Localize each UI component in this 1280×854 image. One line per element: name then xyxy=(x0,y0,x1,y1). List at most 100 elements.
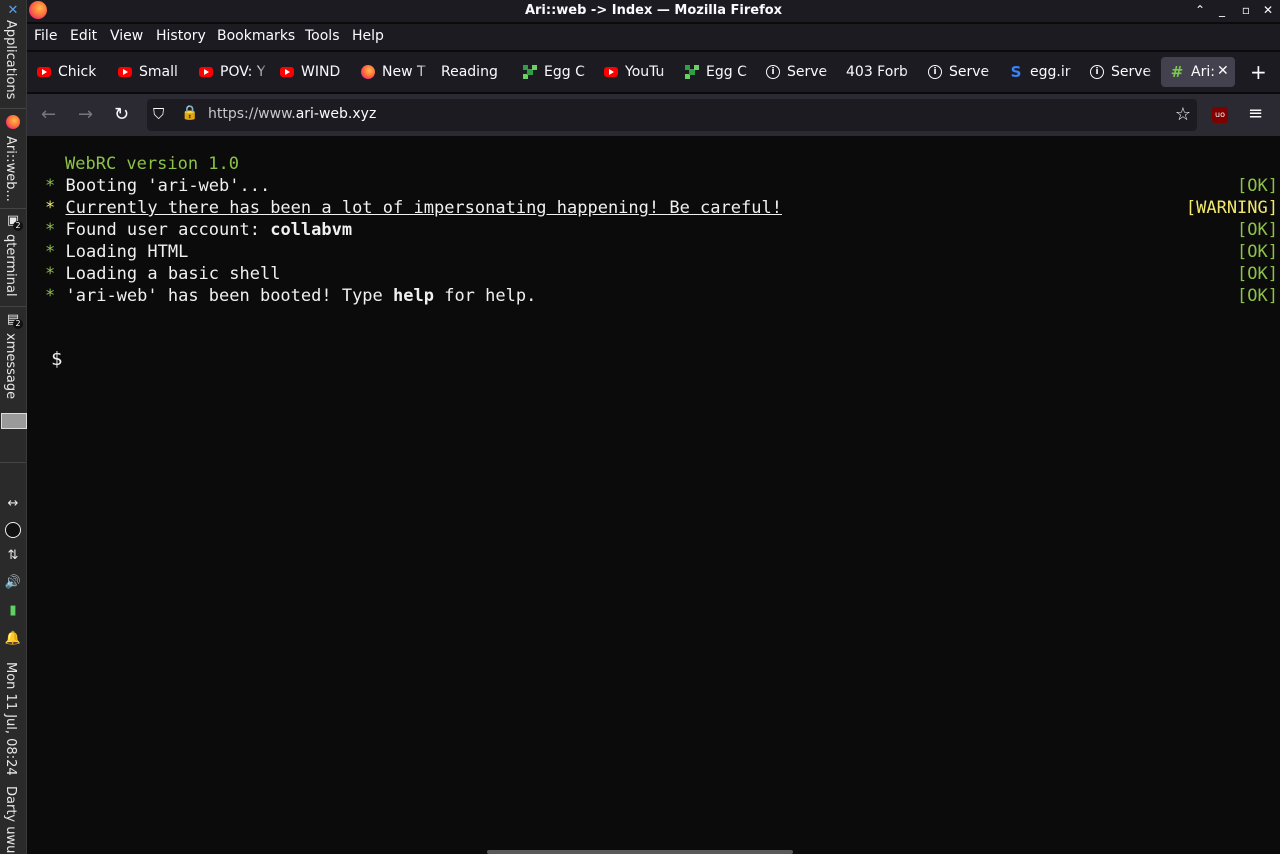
tab-label: 403 Forb xyxy=(846,64,908,80)
tab[interactable]: POV: Y xyxy=(198,57,270,87)
tab-label: Ari: xyxy=(1191,64,1215,80)
tab-label: WIND xyxy=(301,64,341,80)
battery-icon[interactable]: ▮ xyxy=(4,601,22,619)
tab[interactable]: i Serve xyxy=(765,57,837,87)
hamburger-menu-icon[interactable]: ≡ xyxy=(1248,103,1263,125)
shell-prompt[interactable]: $ xyxy=(51,348,62,370)
tab-label: egg.ir xyxy=(1030,64,1071,80)
status-ok: [OK] xyxy=(1237,286,1278,306)
panel-clock[interactable]: Mon 11 Jul, 08:24 xyxy=(3,662,18,776)
tab-label: Small xyxy=(139,64,178,80)
menu-history[interactable]: History xyxy=(156,28,206,44)
status-ok: [OK] xyxy=(1237,176,1278,196)
obs-icon[interactable] xyxy=(4,521,22,539)
side-panel: ✕ Applications Ari::web... ▣ 2 qterminal… xyxy=(0,0,27,854)
address-bar[interactable]: ⛉ 🔒 https://www.ari-web.xyz ☆ xyxy=(147,99,1197,131)
menu-edit[interactable]: Edit xyxy=(70,28,97,44)
tab-label: Serve xyxy=(949,64,990,80)
menu-view[interactable]: View xyxy=(110,28,143,44)
lock-icon[interactable]: 🔒 xyxy=(181,105,198,121)
ublock-icon[interactable]: uo xyxy=(1212,107,1228,123)
new-tab-button[interactable]: + xyxy=(1250,57,1270,87)
maximize-button[interactable]: ▫ xyxy=(1238,2,1254,18)
window-title: Ari::web -> Index — Mozilla Firefox xyxy=(524,3,783,18)
close-x-icon[interactable]: ✕ xyxy=(4,1,22,19)
youtube-icon xyxy=(117,64,133,80)
volume-icon[interactable]: 🔊 xyxy=(4,573,22,591)
status-warning: [WARNING] xyxy=(1185,198,1278,218)
back-button[interactable]: ← xyxy=(41,104,56,126)
workspace-pager[interactable] xyxy=(1,413,27,429)
youtube-icon xyxy=(36,64,52,80)
url-text[interactable]: https://www.ari-web.xyz xyxy=(208,106,376,122)
task-count-badge: 2 xyxy=(13,221,23,231)
reload-button[interactable]: ↻ xyxy=(114,104,129,126)
minimize-button[interactable]: _ xyxy=(1214,2,1230,18)
tab[interactable]: Small xyxy=(117,57,189,87)
menu-file[interactable]: File xyxy=(34,28,57,44)
tab-label: Egg C xyxy=(706,64,747,80)
panel-divider xyxy=(0,306,26,307)
info-icon: i xyxy=(927,64,943,80)
menu-bookmarks[interactable]: Bookmarks xyxy=(217,28,295,44)
close-window-button[interactable]: ✕ xyxy=(1260,2,1276,18)
egg-icon xyxy=(522,64,538,80)
menu-tools[interactable]: Tools xyxy=(305,28,340,44)
tab[interactable]: i Serve xyxy=(1089,57,1159,87)
notification-bell-icon[interactable]: 🔔 xyxy=(4,629,22,647)
task-count-badge: 2 xyxy=(13,319,23,329)
tab[interactable]: i Serve xyxy=(927,57,999,87)
tab[interactable]: New T xyxy=(360,57,432,87)
panel-divider xyxy=(0,462,26,463)
forward-button[interactable]: → xyxy=(78,104,93,126)
menu-help[interactable]: Help xyxy=(352,28,384,44)
firefox-icon xyxy=(360,64,376,80)
status-ok: [OK] xyxy=(1237,242,1278,262)
network-transfer-icon[interactable]: ⇅ xyxy=(4,546,22,564)
task-xmessage[interactable]: xmessage xyxy=(3,333,18,399)
tab[interactable]: Chick xyxy=(36,57,108,87)
egg-icon xyxy=(684,64,700,80)
tab-close-icon[interactable]: ✕ xyxy=(1217,63,1229,79)
menu-bar: File Edit View History Bookmarks Tools H… xyxy=(27,24,1280,50)
boot-line: * Loading HTML xyxy=(45,242,189,262)
status-ok: [OK] xyxy=(1237,264,1278,284)
tab-label: Chick xyxy=(58,64,97,80)
task-firefox[interactable]: Ari::web... xyxy=(3,136,18,202)
warning-line: * Currently there has been a lot of impe… xyxy=(45,198,782,218)
resize-arrows-icon[interactable]: ↔ xyxy=(4,494,22,512)
collapse-chevron-icon[interactable]: ⌃ xyxy=(1192,2,1208,18)
tab[interactable]: 403 Forb xyxy=(846,57,918,87)
s-icon: S xyxy=(1010,63,1022,81)
tab[interactable]: YouTu xyxy=(603,57,675,87)
tab-active[interactable]: # Ari: ✕ xyxy=(1161,57,1235,87)
info-icon: i xyxy=(1089,64,1105,80)
task-qterminal[interactable]: qterminal xyxy=(3,234,18,297)
panel-username: Darty uwu xyxy=(3,786,18,854)
tab[interactable]: WIND xyxy=(279,57,351,87)
firefox-window: Ari::web -> Index — Mozilla Firefox ⌃ _ … xyxy=(27,0,1280,854)
youtube-icon xyxy=(603,64,619,80)
tab-label: Reading xyxy=(441,64,498,80)
firefox-task-icon[interactable] xyxy=(4,113,22,131)
shield-icon[interactable]: ⛉ xyxy=(153,105,164,123)
tab-bar: Chick Small POV: Y WIND New T Reading Eg… xyxy=(27,52,1280,92)
info-icon: i xyxy=(765,64,781,80)
bookmark-star-icon[interactable]: ☆ xyxy=(1175,104,1191,125)
version-line: WebRC version 1.0 xyxy=(65,154,239,174)
tab[interactable]: Egg C xyxy=(522,57,594,87)
tab[interactable]: Egg C xyxy=(684,57,756,87)
tab[interactable]: Reading xyxy=(441,57,513,87)
boot-line: * Found user account: collabvm xyxy=(45,220,353,240)
navigation-bar: ← → ↻ ⛉ 🔒 https://www.ari-web.xyz ☆ uo ≡ xyxy=(27,94,1280,136)
title-bar: Ari::web -> Index — Mozilla Firefox ⌃ _ … xyxy=(27,0,1280,22)
panel-divider xyxy=(0,208,26,209)
boot-line: * Loading a basic shell xyxy=(45,264,281,284)
horizontal-scrollbar[interactable] xyxy=(487,850,793,854)
applications-menu[interactable]: Applications xyxy=(3,20,18,99)
page-content: WebRC version 1.0 * Booting 'ari-web'...… xyxy=(27,136,1280,854)
tab-label: YouTu xyxy=(625,64,665,80)
panel-divider xyxy=(0,108,26,109)
tab[interactable]: Segg.ir xyxy=(1008,57,1080,87)
boot-line: * 'ari-web' has been booted! Type help f… xyxy=(45,286,537,306)
